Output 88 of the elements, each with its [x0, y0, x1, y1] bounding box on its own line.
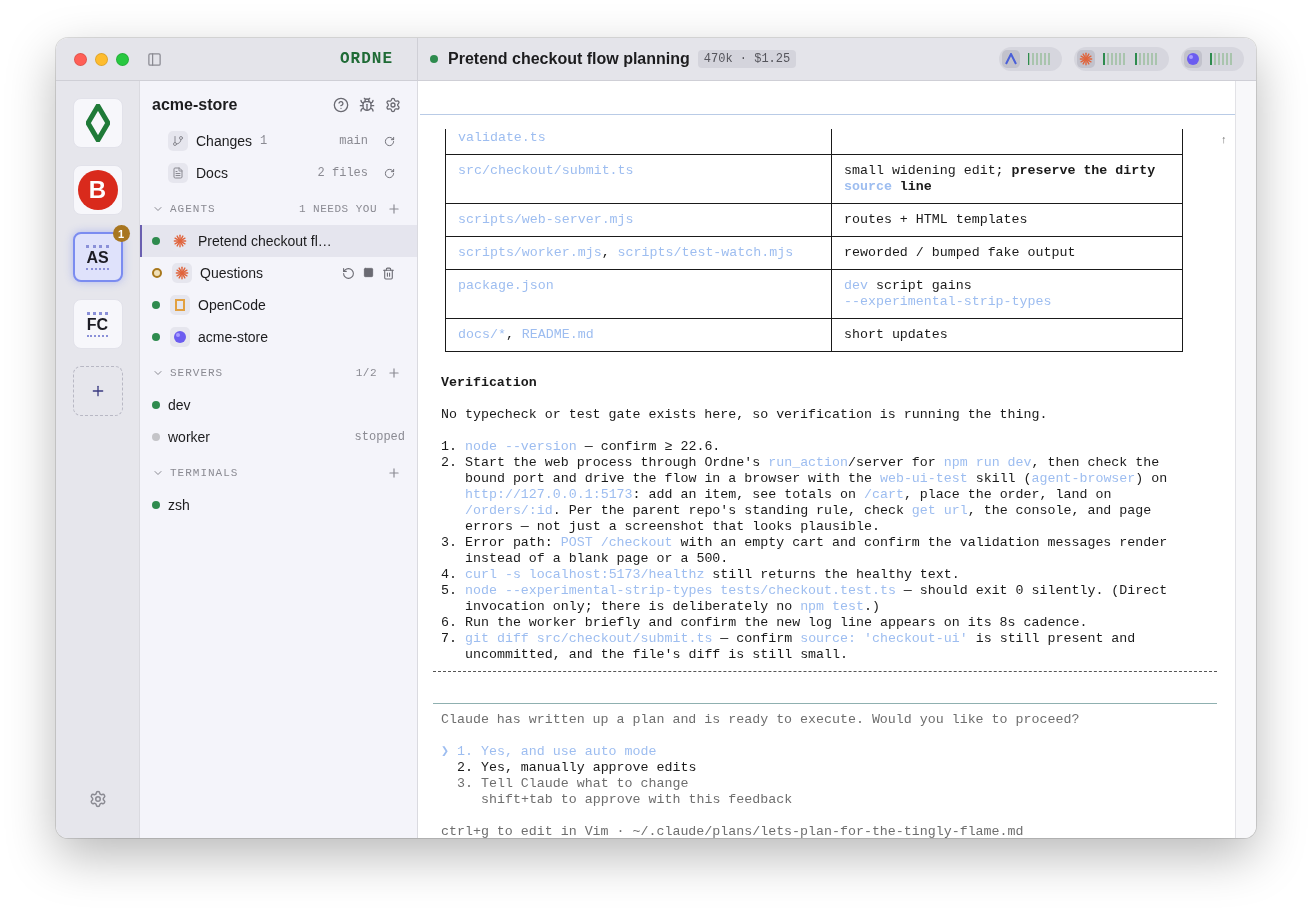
settings-icon[interactable] [385, 97, 401, 113]
step-number: 2. [441, 455, 458, 472]
server-state: stopped [354, 430, 405, 444]
table-cell: small widening edit; preserve the dirty source line [831, 154, 1182, 203]
project-tile[interactable] [72, 98, 123, 148]
restart-icon[interactable] [342, 266, 355, 280]
table-cell: scripts/worker.mjs, scripts/test-watch.mjs [446, 236, 831, 269]
table-cell: reworded / bumped fake output [831, 236, 1182, 269]
link-meta: 2 files [317, 166, 368, 180]
section-note: 1/2 [355, 367, 377, 379]
table-cell: docs/*, README.md [446, 318, 831, 351]
step-text: node --version — confirm ≥ 22.6. [465, 439, 722, 455]
add-icon[interactable] [387, 466, 401, 480]
step-number: 3. [441, 535, 458, 552]
step-number: 7. [441, 631, 458, 648]
step-text: git diff src/checkout/submit.ts — confirm source: 'checkout-ui' is still present and uncommitted, and the file's diff is still small. [465, 631, 1137, 663]
help-icon[interactable] [333, 97, 349, 113]
table-cell: package.json [446, 269, 831, 318]
burst-icon [1079, 52, 1093, 66]
document-icon [172, 167, 184, 179]
step-text: Run the worker briefly and confirm the new log line appears on its 8s cadence. [465, 615, 1089, 631]
settings-icon[interactable] [88, 790, 107, 808]
section-note: 1 NEEDS YOU [298, 203, 377, 215]
refresh-icon[interactable] [384, 167, 395, 179]
table-cell: routes + HTML templates [831, 203, 1182, 236]
change-count: 1 [260, 134, 268, 148]
diamond-logo-icon [85, 104, 110, 142]
orb-icon [173, 330, 187, 344]
agent-item[interactable]: Questions [140, 257, 417, 289]
provider-usage-pill[interactable] [1181, 47, 1244, 71]
step-text: Start the web process through Ordne's run_action/server for npm run dev, then check the bound port and drive the flow in a browser with the web-ui-test skill (agent-browser) on http://127.0.0.1:5173: add an item, see totals on /cart, place the order, land on /orders/:id. Per the parent repo's standing rule, check get url, the console, and page errors — not just a screenshot that looks plausible. [465, 455, 1169, 535]
project-name: acme-store [152, 96, 239, 114]
intro-paragraph: No typecheck or test gate exists here, so verification is running the thing. [441, 407, 1049, 423]
agent-item[interactable]: OpenCode [140, 289, 417, 321]
sidebar-link[interactable]: Changes [196, 133, 253, 149]
cursor-marker: ❯ [441, 744, 450, 760]
scroll-marker: ↑ [1220, 133, 1227, 148]
provider-usage-pill[interactable] [1074, 47, 1169, 71]
notification-badge: 1 [112, 225, 130, 242]
burst-icon [175, 266, 189, 280]
server-item[interactable]: worker stopped [140, 421, 417, 453]
sidebar-link[interactable]: Docs [196, 165, 228, 181]
bug-icon[interactable] [359, 97, 375, 113]
prompt-footer: ctrl+g to edit in Vim · ~/.claude/plans/lets-plan-for-the-tingly-flame.md [441, 824, 1235, 838]
peak-icon [1005, 53, 1017, 65]
session-title: Pretend checkout flow planning [448, 50, 690, 68]
table-cell-text: validate.ts [457, 129, 547, 147]
table-cell: dev script gains --experimental-strip-types [831, 269, 1182, 318]
prompt-option[interactable]: 3. Tell Claude what to change [457, 776, 689, 792]
step-text: curl -s localhost:5173/healthz still returns the healthy text. [465, 567, 961, 583]
step-text: Error path: POST /checkout with an empty cart and confirm the validation messages render instead of a blank page or a 500. [465, 535, 1169, 567]
table-cell: short updates [831, 318, 1182, 351]
usage-badge: 470k · $1.25 [697, 50, 797, 68]
prompt-option[interactable]: 2. Yes, manually approve edits [457, 760, 697, 776]
step-text: node --experimental-strip-types tests/checkout.test.ts — should exit 0 silently. (Direct invocation only; there is deliberately no npm test.) [465, 583, 1169, 615]
prompt-question: Claude has written up a plan and is ready to execute. Would you like to proceed? [441, 712, 1081, 728]
trash-icon[interactable] [382, 266, 395, 280]
section-title: TERMINALS [170, 467, 240, 479]
table-cell: src/checkout/submit.ts [446, 154, 831, 203]
table-cell: scripts/web-server.mjs [446, 203, 831, 236]
terminal-item[interactable]: zsh [140, 489, 417, 521]
close-button[interactable] [74, 52, 87, 66]
option-hint: shift+tab to approve with this feedback [481, 792, 794, 808]
step-number: 6. [441, 615, 458, 631]
branch-icon [172, 135, 184, 147]
server-item[interactable]: dev [140, 389, 417, 421]
section-heading: Verification [441, 375, 538, 391]
minimize-button[interactable] [95, 52, 108, 66]
app-logo: ORDNE [340, 50, 393, 68]
section-title: SERVERS [170, 367, 225, 379]
add-icon[interactable] [387, 366, 401, 380]
step-number: 5. [441, 583, 458, 600]
step-number: 1. [441, 439, 458, 455]
add-icon[interactable] [387, 202, 401, 216]
sidebar-toggle-icon[interactable] [147, 51, 162, 67]
orb-icon [1186, 52, 1200, 66]
burst-icon [173, 234, 187, 248]
project-tile[interactable]: FC [72, 299, 123, 349]
zoom-button[interactable] [116, 52, 129, 66]
square-icon [174, 299, 186, 311]
link-meta: main [339, 134, 368, 148]
provider-usage-pill[interactable] [999, 47, 1062, 71]
section-title: AGENTS [170, 203, 217, 215]
stop-icon[interactable] [363, 266, 374, 278]
agent-item[interactable]: Pretend checkout fl… [140, 225, 417, 257]
agent-item[interactable]: acme-store [140, 321, 417, 353]
refresh-icon[interactable] [384, 135, 395, 147]
step-number: 4. [441, 567, 458, 583]
